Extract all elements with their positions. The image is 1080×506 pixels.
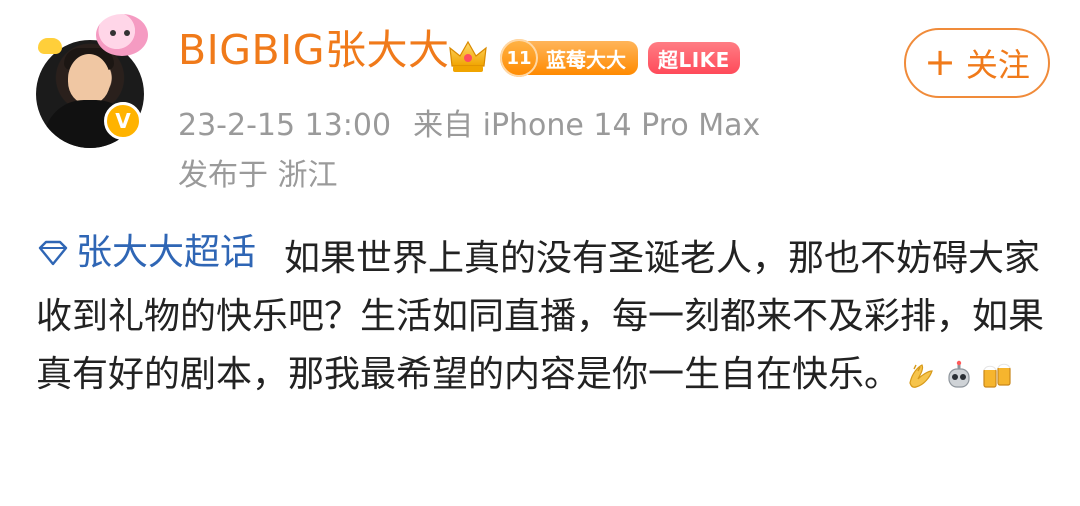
clap-hands-icon (909, 364, 933, 388)
diamond-icon (38, 240, 68, 266)
plus-icon: + (924, 40, 956, 84)
author-name[interactable]: BIGBIG张大大 (178, 30, 449, 71)
follow-button[interactable]: + 关注 (904, 28, 1050, 98)
robot-icon (948, 360, 970, 388)
level-title: 蓝莓大大 (528, 41, 638, 75)
post-location: 发布于 浙江 (178, 158, 338, 193)
crown-icon (449, 40, 487, 72)
verified-badge-icon: V (104, 102, 142, 140)
weibo-post-card: V BIGBIG张大大 11 蓝莓大大 超LIKE + 关注 23-2-15 1… (0, 0, 1080, 506)
topic-label: 张大大超话 (76, 232, 257, 273)
avatar-decoration-pet-icon (96, 14, 148, 56)
follow-label: 关注 (965, 46, 1030, 84)
member-level-badge[interactable]: 11 蓝莓大大 (500, 38, 638, 78)
post-source: 来自 iPhone 14 Pro Max (413, 108, 761, 143)
post-content: 张大大超话 如果世界上真的没有圣诞老人，那也不妨碍大家收到礼物的快乐吧？生活如同… (36, 224, 1046, 404)
topic-link[interactable]: 张大大超话 (36, 224, 256, 282)
avatar-face (68, 54, 110, 104)
post-meta: 23-2-15 13:00 来自 iPhone 14 Pro Max (178, 100, 760, 144)
cheers-icon (983, 363, 1011, 388)
post-time: 23-2-15 13:00 (178, 108, 392, 143)
super-like-badge[interactable]: 超LIKE (648, 42, 740, 74)
avatar-decoration-star-icon (38, 38, 62, 54)
level-number: 11 (500, 39, 538, 77)
